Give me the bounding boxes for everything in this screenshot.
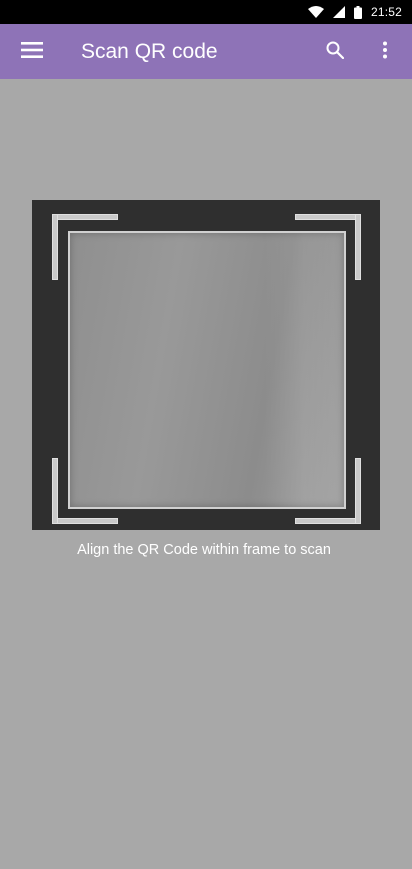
menu-button[interactable]	[20, 40, 44, 64]
app-bar: Scan QR code	[0, 24, 412, 79]
wifi-icon	[307, 6, 324, 18]
frame-corner-top-right	[295, 214, 361, 280]
scan-instruction: Align the QR Code within frame to scan	[77, 542, 331, 558]
frame-corner-top-left	[52, 214, 118, 280]
menu-icon	[21, 41, 43, 63]
signal-icon	[332, 6, 345, 18]
status-time: 21:52	[370, 5, 402, 19]
frame-corner-bottom-left	[52, 458, 118, 524]
frame-corner-bottom-right	[295, 458, 361, 524]
more-vert-icon	[382, 41, 388, 64]
status-bar: 21:52	[0, 0, 412, 24]
search-button[interactable]	[322, 39, 348, 65]
battery-icon	[353, 5, 362, 19]
page-title: Scan QR code	[81, 40, 218, 63]
more-options-button[interactable]	[372, 39, 398, 65]
search-icon	[326, 41, 345, 64]
